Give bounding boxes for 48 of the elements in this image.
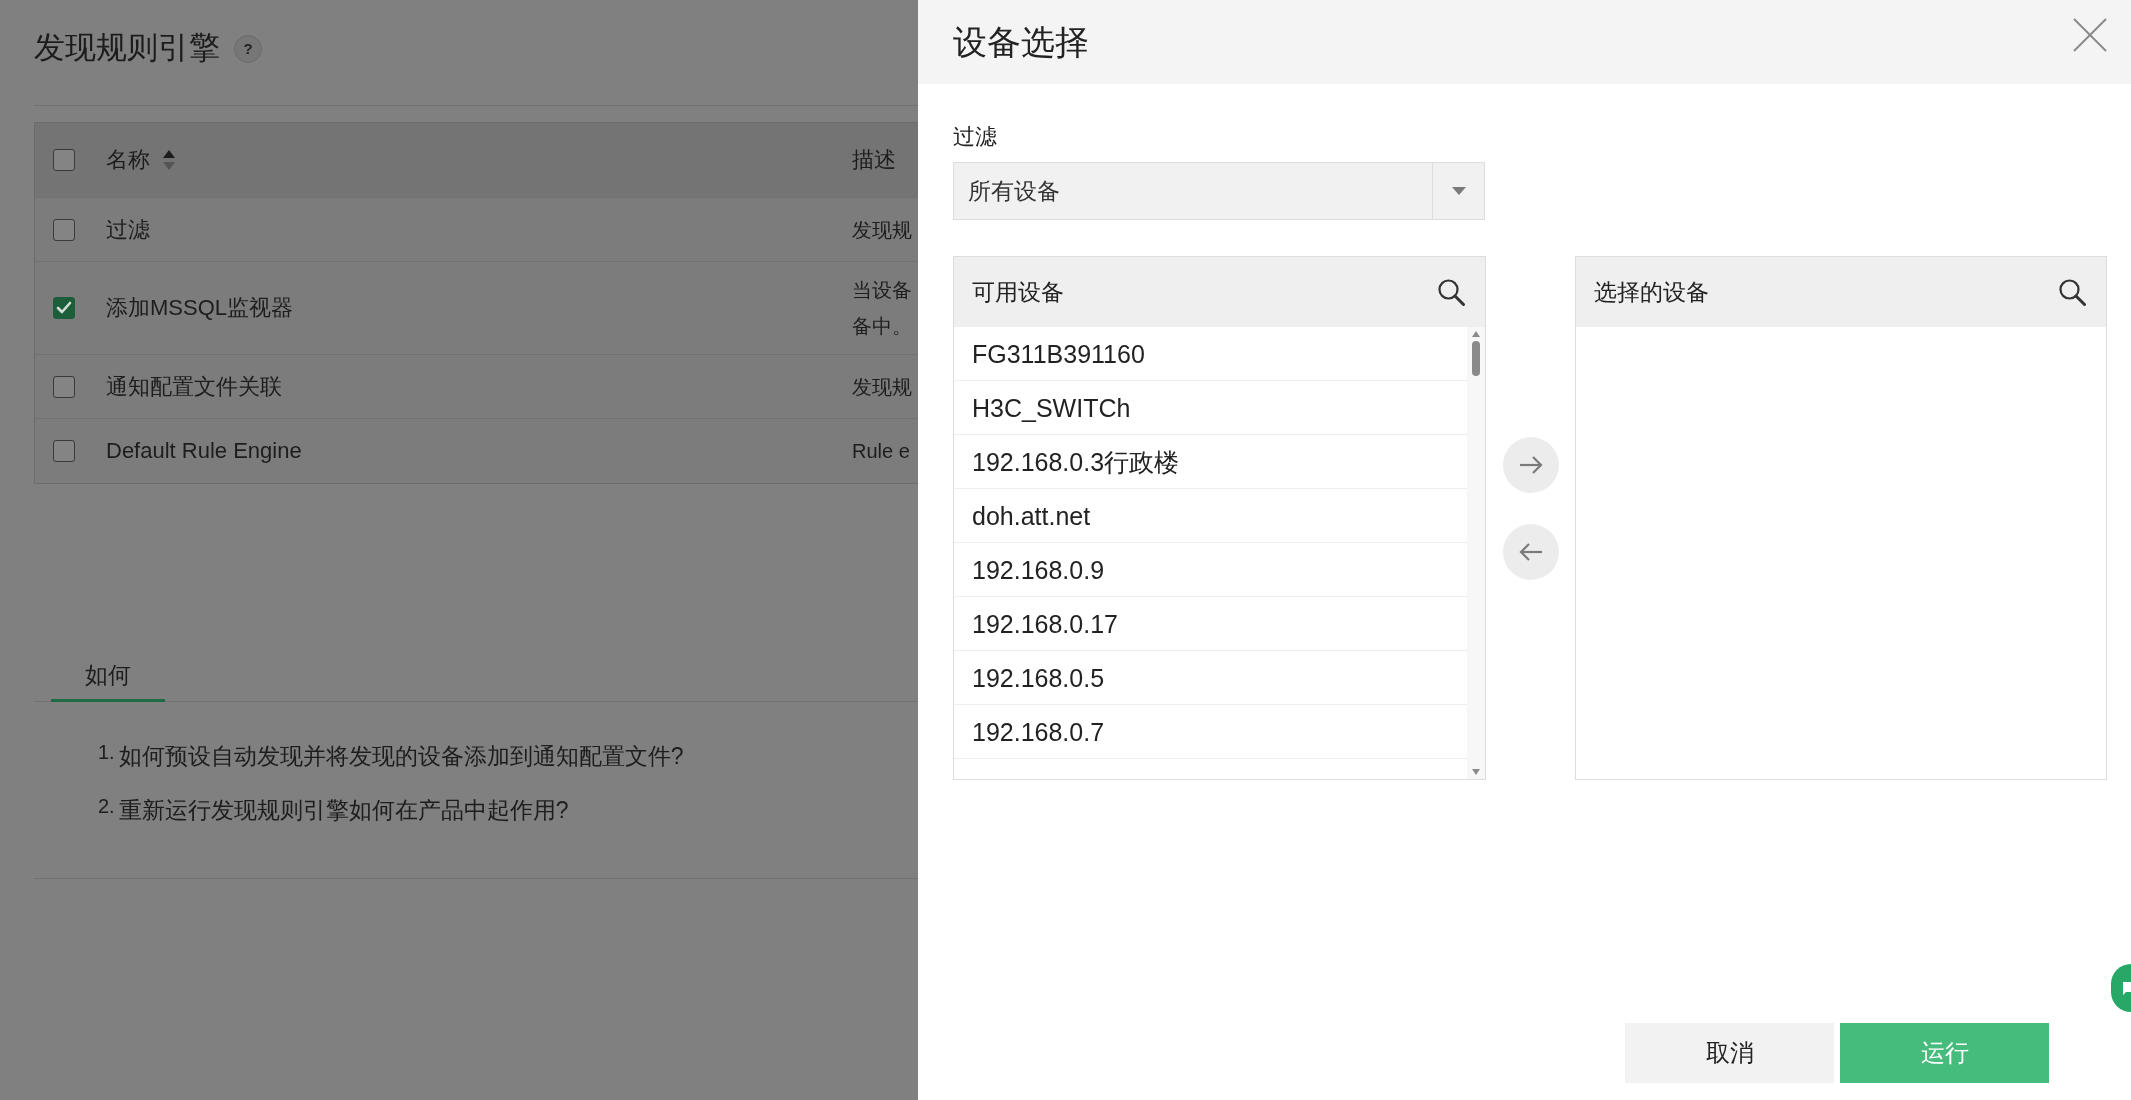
caret-icon[interactable] [1451, 187, 1466, 195]
checkbox[interactable] [53, 375, 75, 398]
rule-name: 添加MSSQL监视器 [106, 295, 294, 320]
rule-description: 发现规 [852, 374, 913, 400]
close-button[interactable] [2072, 17, 2108, 53]
tab[interactable]: 如何 [51, 652, 165, 702]
howto-question[interactable]: 如何预设自动发现并将发现的设备添加到通知配置文件? [118, 741, 684, 771]
chat-icon[interactable] [2111, 964, 2131, 1012]
scroll-down-icon[interactable] [1472, 769, 1480, 775]
search-icon[interactable] [2058, 278, 2086, 306]
device-item[interactable]: 192.168.0.7 [954, 705, 1467, 759]
list-title: 选择的设备 [1594, 278, 1709, 307]
rule-description: 当设备备中。 [852, 278, 913, 339]
rule-description: Rule e [852, 439, 911, 464]
filter-dropdown[interactable]: 所有设备 [953, 162, 1485, 220]
arrow-right-icon[interactable] [1517, 455, 1544, 475]
column-header[interactable]: 名称 [106, 145, 150, 175]
device-item[interactable]: 192.168.0.17 [954, 597, 1467, 651]
scroll-up-icon[interactable] [1472, 331, 1480, 337]
checkbox[interactable] [53, 149, 75, 171]
rule-name: 通知配置文件关联 [106, 373, 282, 399]
device-item[interactable]: 192.168.0.9 [954, 543, 1467, 597]
column-header: 描述 [852, 146, 896, 174]
search-icon[interactable] [1437, 278, 1465, 306]
dialog-title: 设备选择 [953, 22, 1089, 63]
checkbox[interactable] [53, 440, 75, 462]
device-item[interactable]: 192.168.0.5 [954, 651, 1467, 705]
cancel-button[interactable]: 取消 [1625, 1023, 1834, 1083]
arrow-left-icon[interactable] [1517, 542, 1544, 562]
checkbox[interactable] [53, 218, 75, 241]
rule-description: 发现规 [852, 217, 913, 243]
scroll-thumb[interactable] [1472, 341, 1480, 376]
device-item[interactable]: H3C_SWITCh [954, 381, 1467, 435]
list-number: 2. [98, 794, 115, 818]
rule-name: Default Rule Engine [106, 438, 302, 463]
page-title: 发现规则引擎 [34, 29, 220, 67]
device-item[interactable]: FG311B391160 [954, 327, 1467, 381]
rule-name: 过滤 [106, 216, 150, 242]
scrollbar[interactable] [1467, 327, 1485, 779]
help-button[interactable]: ? [234, 35, 262, 63]
device-item[interactable]: 192.168.0.3行政楼 [954, 435, 1467, 489]
list-title: 可用设备 [972, 278, 1064, 307]
field-label: 过滤 [953, 123, 997, 151]
device-item[interactable]: doh.att.net [954, 489, 1467, 543]
sort-icon[interactable] [162, 149, 176, 171]
howto-question[interactable]: 重新运行发现规则引擎如何在产品中起作用? [118, 795, 569, 825]
list-number: 1. [98, 740, 115, 764]
checkbox[interactable] [53, 297, 75, 319]
